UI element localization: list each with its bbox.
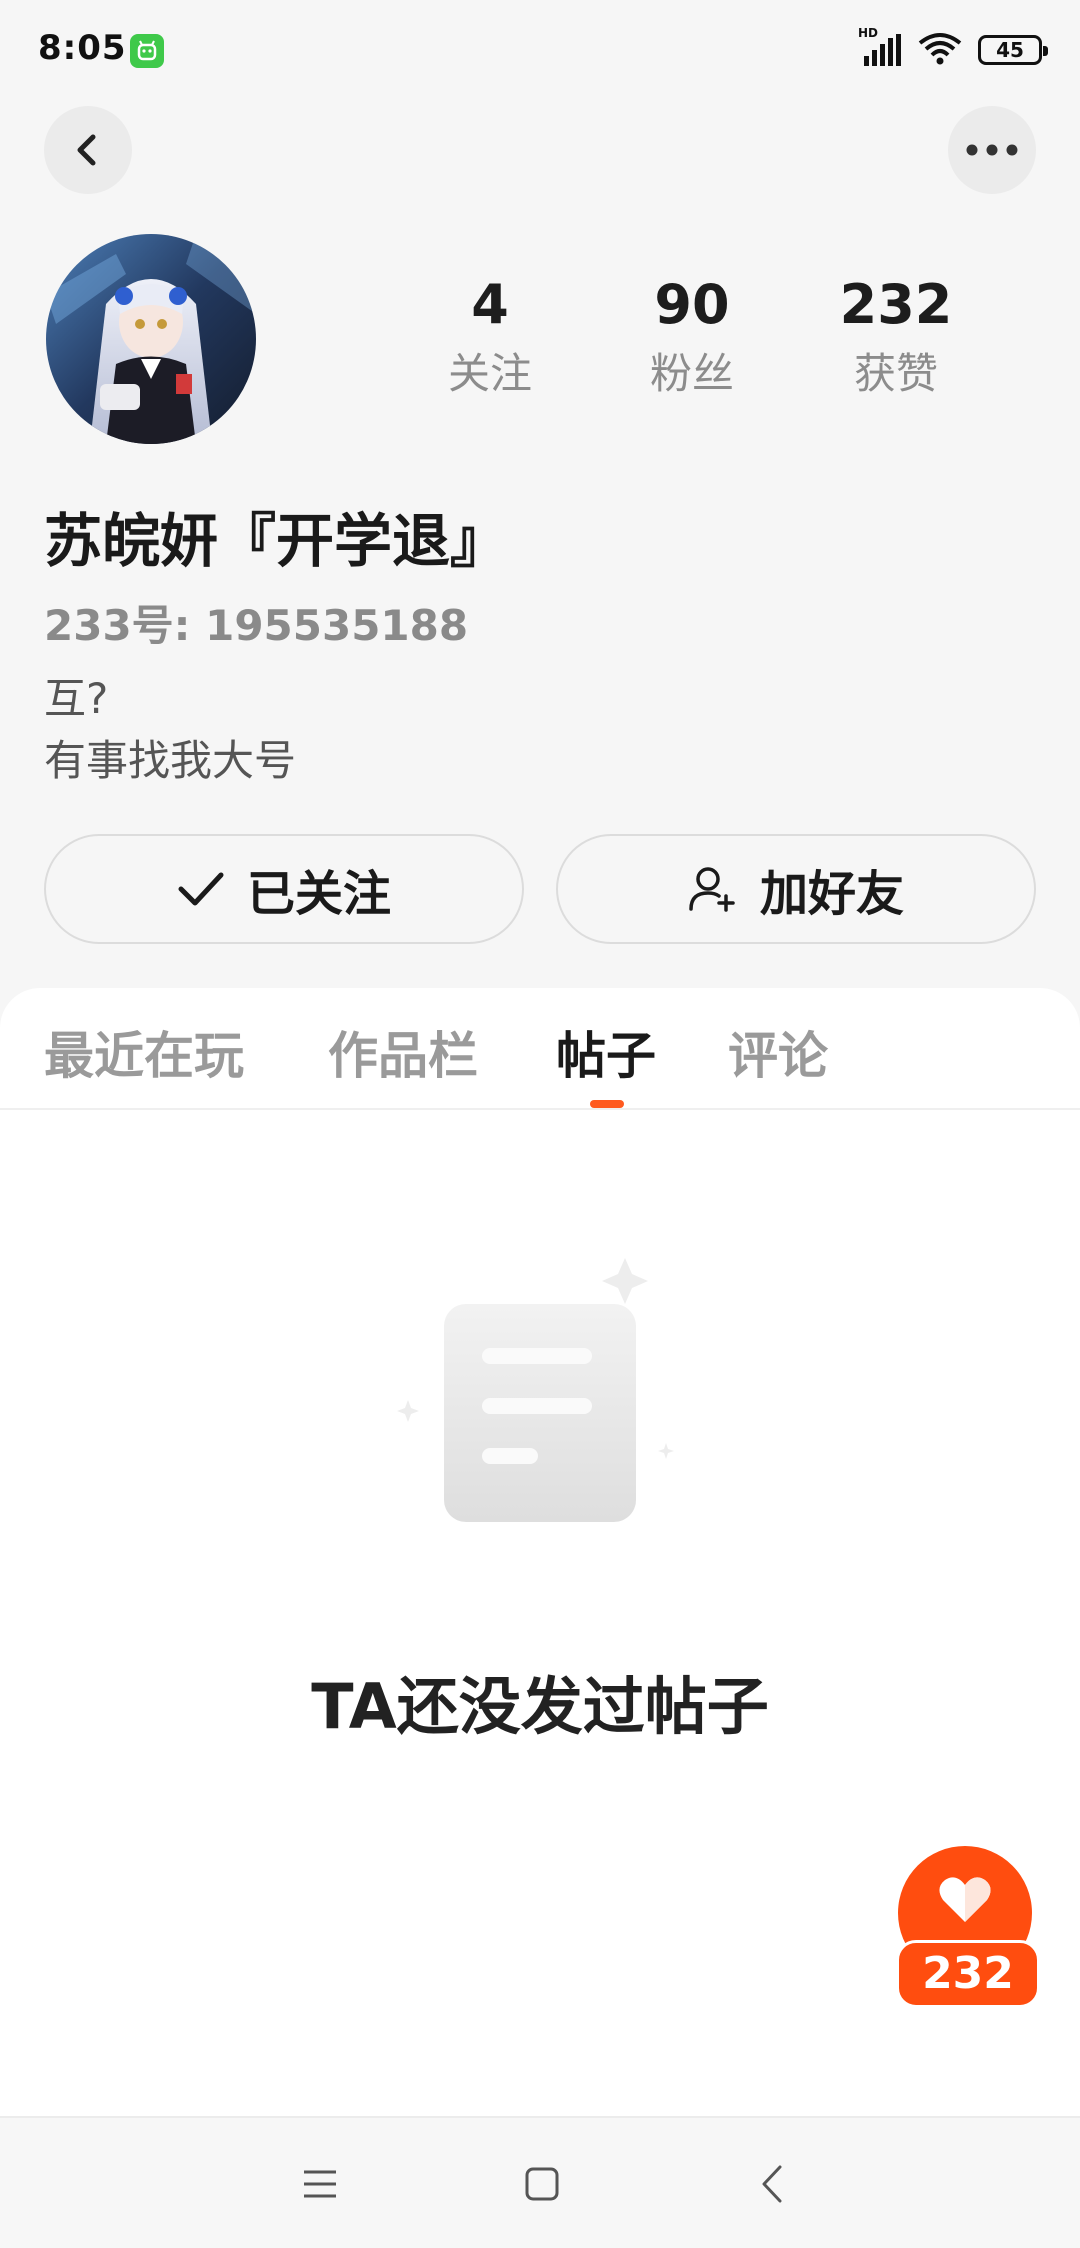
add-user-icon <box>689 867 735 912</box>
tab-posts[interactable]: 帖子 <box>556 1016 656 1088</box>
tab-comments[interactable]: 评论 <box>728 1016 828 1088</box>
avatar[interactable] <box>46 234 256 444</box>
stat-followers[interactable]: 90 粉丝 <box>612 270 772 404</box>
recent-apps-button[interactable] <box>300 2162 340 2206</box>
battery-icon: 45 <box>978 35 1048 65</box>
user-id[interactable]: 233号: 195535188 <box>44 592 468 653</box>
stat-value: 4 <box>471 273 509 336</box>
stat-label: 关注 <box>447 349 532 398</box>
stat-following[interactable]: 4 关注 <box>410 270 570 404</box>
menu-icon <box>304 2170 336 2198</box>
tab-works[interactable]: 作品栏 <box>328 1016 478 1088</box>
tab-recently-played[interactable]: 最近在玩 <box>44 1016 244 1088</box>
stat-value: 90 <box>654 273 730 336</box>
profile-screen: 8:05 HD 45 4 关注 90 粉丝 232 获赞 苏皖妍『开学退』 23… <box>0 0 1080 2248</box>
empty-state-message: TA还没发过帖子 <box>311 1670 769 1743</box>
profile-stats: 4 关注 90 粉丝 232 获赞 <box>410 270 1030 420</box>
status-bar: 8:05 HD 45 <box>0 0 1080 100</box>
empty-document-icon <box>390 1258 690 1538</box>
status-time: 8:05 <box>38 28 127 68</box>
profile-tabs: 最近在玩 作品栏 帖子 评论 <box>0 988 1080 1110</box>
add-friend-label: 加好友 <box>759 866 904 922</box>
app-notification-icon <box>130 34 164 68</box>
more-dots-icon <box>966 144 1018 156</box>
stat-value: 232 <box>839 273 953 336</box>
signal-icon: HD <box>858 26 902 68</box>
back-button[interactable] <box>44 106 132 194</box>
bio-line: 有事找我大号 <box>44 736 297 785</box>
heart-icon <box>939 1877 991 1922</box>
status-icons: HD 45 <box>858 26 1048 70</box>
add-friend-button[interactable]: 加好友 <box>556 834 1036 944</box>
network-label: HD <box>858 26 879 40</box>
like-count: 232 <box>896 1940 1040 2008</box>
chevron-left-icon <box>77 134 96 166</box>
battery-level: 45 <box>996 38 1024 62</box>
followed-label: 已关注 <box>246 866 391 922</box>
home-button[interactable] <box>522 2162 562 2206</box>
system-nav-bar <box>0 2116 1080 2248</box>
system-back-button[interactable] <box>752 2162 792 2206</box>
stat-label: 粉丝 <box>649 349 734 398</box>
followed-button[interactable]: 已关注 <box>44 834 524 944</box>
stat-label: 获赞 <box>853 349 938 398</box>
username: 苏皖妍『开学退』 <box>44 507 509 575</box>
stat-likes[interactable]: 232 获赞 <box>816 270 976 404</box>
more-button[interactable] <box>948 106 1036 194</box>
tab-indicator <box>590 1100 624 1108</box>
check-icon <box>178 872 224 906</box>
back-arrow-icon <box>762 2165 782 2203</box>
home-square-icon <box>525 2167 559 2201</box>
bio-line: 互? <box>44 674 109 723</box>
like-button[interactable]: 232 <box>896 1846 1040 2008</box>
wifi-icon <box>918 31 962 69</box>
bio: 互? 有事找我大号 <box>44 668 296 792</box>
